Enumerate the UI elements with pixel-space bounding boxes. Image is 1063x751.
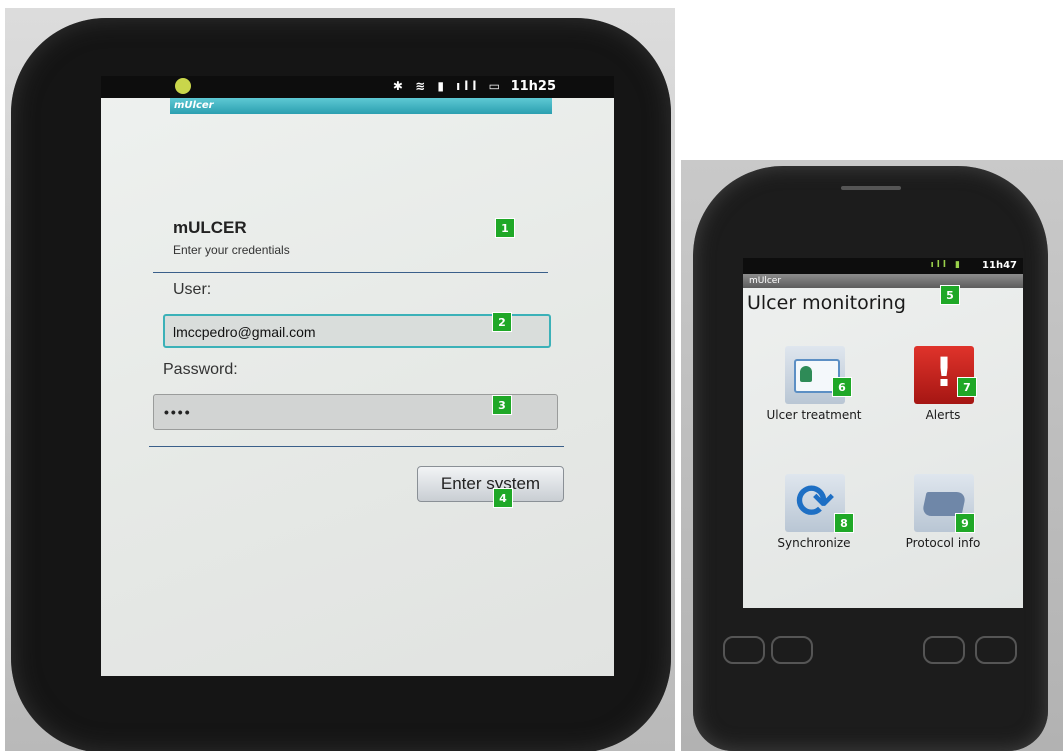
app-title-bar: mUlcer <box>170 98 552 114</box>
tablet-device: ✱ ≋ ▮ ıll ▭ 11h25 mUlcer mULCER Enter yo… <box>11 18 671 751</box>
status-icons: ✱ ≋ ▮ ıll ▭ <box>392 79 504 93</box>
annotation-badge-8: 8 <box>834 513 854 533</box>
annotation-badge-9: 9 <box>955 513 975 533</box>
annotation-badge-6: 6 <box>832 377 852 397</box>
app-title-bar: mUlcer <box>743 274 1023 288</box>
annotation-badge-7: 7 <box>957 377 977 397</box>
status-icons: ıll ▮ <box>930 260 963 270</box>
alerts-button[interactable]: Alerts <box>888 346 998 446</box>
phone-photo: ıll ▮ 11h47 mUlcer Ulcer monitoring Ulce… <box>681 160 1063 751</box>
app-logo-icon <box>175 78 191 94</box>
tablet-photo: ✱ ≋ ▮ ıll ▭ 11h25 mUlcer mULCER Enter yo… <box>5 8 675 751</box>
tile-label: Synchronize <box>777 536 851 550</box>
annotation-badge-5: 5 <box>940 285 960 305</box>
tile-label: Protocol info <box>905 536 981 550</box>
menu-key[interactable] <box>771 636 813 664</box>
status-clock: 11h47 <box>982 260 1017 271</box>
divider <box>153 272 548 273</box>
annotation-badge-3: 3 <box>492 395 512 415</box>
page-title: Ulcer monitoring <box>747 292 906 314</box>
tile-label: Ulcer treatment <box>766 408 862 422</box>
speaker-grille <box>841 186 901 190</box>
phone-screen: ıll ▮ 11h47 mUlcer Ulcer monitoring Ulce… <box>743 258 1023 608</box>
phone-device: ıll ▮ 11h47 mUlcer Ulcer monitoring Ulce… <box>693 166 1048 751</box>
home-key[interactable] <box>723 636 765 664</box>
annotation-badge-1: 1 <box>495 218 515 238</box>
annotation-badge-2: 2 <box>492 312 512 332</box>
login-subheading: Enter your credentials <box>173 243 290 257</box>
phone-status-bar: ıll ▮ 11h47 <box>743 258 1023 274</box>
tile-label: Alerts <box>925 408 961 422</box>
status-clock: 11h25 <box>510 79 556 94</box>
divider <box>149 446 564 447</box>
user-label: User: <box>173 281 212 298</box>
ulcer-treatment-button[interactable]: Ulcer treatment <box>759 346 869 446</box>
tablet-screen: ✱ ≋ ▮ ıll ▭ 11h25 mUlcer mULCER Enter yo… <box>101 76 614 676</box>
enter-system-button[interactable]: Enter system <box>417 466 564 502</box>
password-label: Password: <box>163 361 238 378</box>
tablet-status-bar: ✱ ≋ ▮ ıll ▭ 11h25 <box>101 76 614 98</box>
back-key[interactable] <box>923 636 965 664</box>
login-heading: mULCER <box>173 218 247 237</box>
search-key[interactable] <box>975 636 1017 664</box>
annotation-badge-4: 4 <box>493 488 513 508</box>
protocol-info-button[interactable]: Protocol info <box>888 474 998 574</box>
hardware-keys <box>723 636 1023 676</box>
